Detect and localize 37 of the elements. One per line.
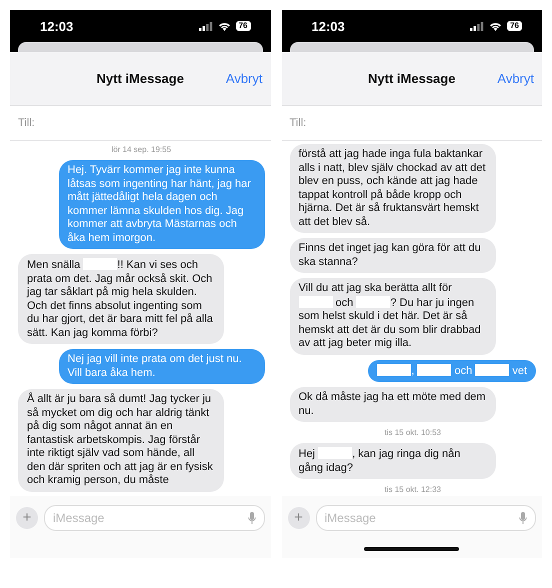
message-text: Nej jag vill inte prata om det just nu. Vill bara åka hem. xyxy=(68,353,243,380)
to-label: Till: xyxy=(290,117,306,129)
wifi-icon xyxy=(489,21,502,31)
message-text: Hej. Tyvärr kommer jag inte kunna låtsas som ingenting har hänt, jag har mått jättedåligt hela dagen och kommer lämna skulden hos dig. Jag kommer att avbryta Mästarnas och åka hem imorgon. xyxy=(68,164,252,245)
message-text: förstå att jag hade inga fula baktankar alls i natt, blev själv chockad av att det blev en puss, och kände att jag hade tappat kontroll på både kropp och hjärna. Det är så fruktansvärt hemskt att det blev så. xyxy=(298,148,486,229)
to-label: Till: xyxy=(18,117,35,129)
signal-icon xyxy=(198,22,213,30)
cancel-button[interactable]: Avbryt xyxy=(495,69,536,88)
message-text: Finns det inget jag kan göra för att du ska stanna? xyxy=(298,242,482,269)
sheet-title: Nytt iMessage xyxy=(368,71,456,86)
battery-level: 76 xyxy=(236,21,250,31)
message-text: Ok då måste jag ha ett möte med dem nu. xyxy=(298,391,486,418)
timestamp: lör 14 sep. 19:55 xyxy=(110,144,172,155)
signal-icon xyxy=(470,22,484,30)
wifi-icon xyxy=(218,21,231,31)
input-placeholder: iMessage xyxy=(53,511,104,525)
message-text: Vill du att jag ska berätta allt för och ? Du har ju ingen som helst skuld i det här. Det är så hemskt att det är du som blir drabbad av att jag beter mig illa. xyxy=(298,282,482,350)
add-button[interactable]: + xyxy=(288,507,310,529)
timestamp: tis 15 okt. 10:53 xyxy=(384,427,442,438)
recipient-field[interactable]: Till: xyxy=(282,106,542,141)
input-placeholder: iMessage xyxy=(324,511,376,525)
message-text: Hej , kan jag ringa dig nån gång idag? xyxy=(298,447,462,475)
message-input[interactable]: iMessage xyxy=(44,505,264,531)
timestamp: tis 15 okt. 12:33 xyxy=(384,484,442,495)
message-text: Men snälla !! Kan vi ses och prata om det. Jag mår också skit. Och jag tar såklart på mig hela skulden. Och det finns absolut ingenting som du har gjort, det är bara mitt fel på alla sätt. Kan jag komma förbi? xyxy=(27,258,214,340)
battery-level: 76 xyxy=(507,21,522,31)
message-text: , och vet xyxy=(377,364,527,378)
microphone-icon[interactable] xyxy=(519,512,527,524)
recipient-field[interactable]: Till: xyxy=(10,106,270,141)
microphone-icon[interactable] xyxy=(248,512,256,524)
message-input[interactable]: iMessage xyxy=(316,505,536,531)
sheet-title: Nytt iMessage xyxy=(96,71,184,86)
clock-time: 12:03 xyxy=(312,18,345,34)
add-button[interactable]: + xyxy=(16,507,38,529)
cancel-button[interactable]: Avbryt xyxy=(224,69,264,88)
clock-time: 12:03 xyxy=(40,18,74,34)
message-text: Å allt är ju bara så dumt! Jag tycker ju så mycket om dig och har aldrig tänkt på dig som något annat än en fantastisk arbetskompis. Jag förstår inte riktigt själv vad som hände, all den där spriten och att jag är en fysisk och kramig person, du måste xyxy=(27,393,214,488)
